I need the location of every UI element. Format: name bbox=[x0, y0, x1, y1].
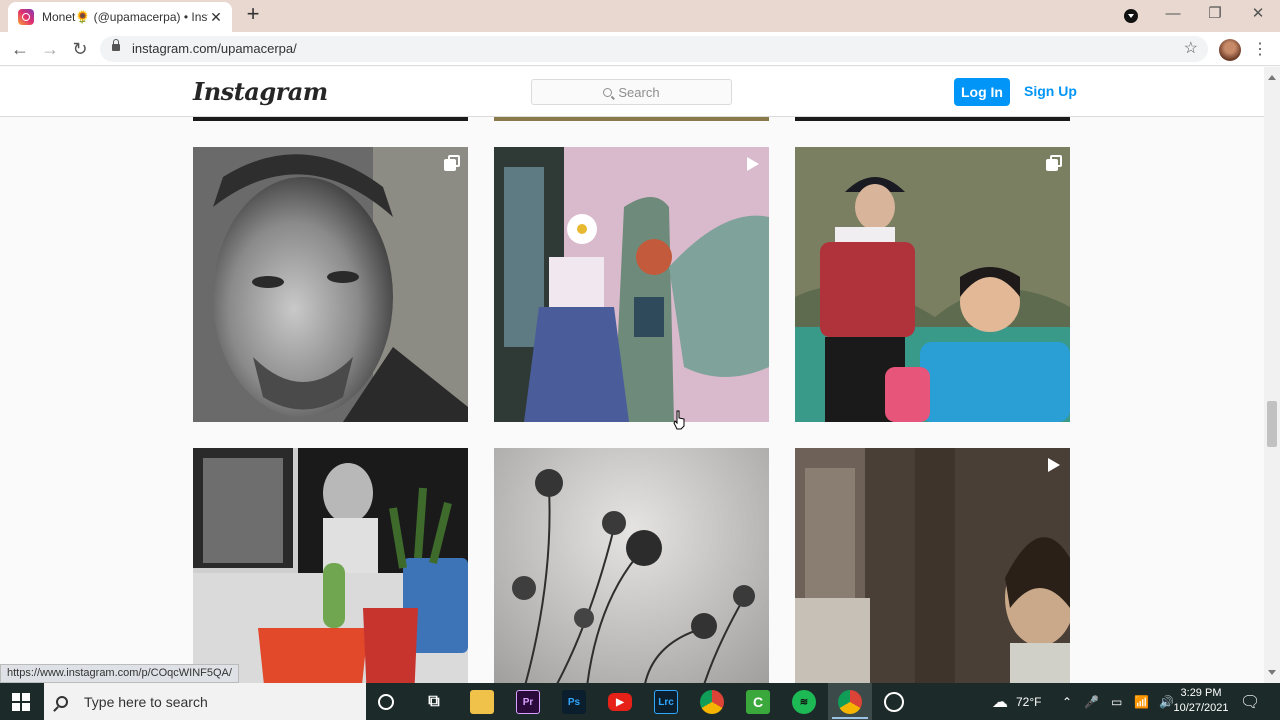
lightroom-classic-icon[interactable]: Lrc bbox=[654, 690, 678, 714]
post-thumbnail[interactable] bbox=[795, 448, 1070, 683]
scroll-up-icon[interactable] bbox=[1268, 75, 1276, 80]
search-icon bbox=[56, 695, 68, 708]
bookmark-star-icon[interactable]: ☆ bbox=[1184, 38, 1198, 58]
windows-taskbar: Type here to search ⧉ Pr Ps ▶ Lrc C ≋ ☁ … bbox=[0, 683, 1280, 720]
previous-post-edge[interactable] bbox=[494, 117, 769, 121]
premiere-pro-icon[interactable]: Pr bbox=[516, 690, 540, 714]
life-jackets-image bbox=[795, 147, 1070, 422]
restore-button[interactable]: ❐ bbox=[1200, 3, 1230, 25]
browser-tabstrip: Monet🌻 (@upamacerpa) • Insta ✕ + — ❐ ✕ bbox=[0, 0, 1280, 32]
chrome-menu-icon[interactable]: ⋮ bbox=[1252, 38, 1268, 62]
media-control-icon[interactable] bbox=[1124, 9, 1138, 23]
new-tab-button[interactable]: + bbox=[242, 3, 264, 26]
mural-woman-image bbox=[494, 147, 769, 422]
film-still-girl-image bbox=[795, 448, 1070, 683]
reload-icon[interactable]: ↻ bbox=[68, 37, 92, 61]
link-status-bar: https://www.instagram.com/p/COqcWINF5QA/ bbox=[0, 664, 239, 683]
system-tray[interactable]: ⌃ 🎤 ▭ 📶 🔊 bbox=[1062, 683, 1174, 720]
video-icon bbox=[743, 155, 761, 173]
close-window-button[interactable]: ✕ bbox=[1243, 3, 1273, 25]
browser-tab-instagram[interactable]: Monet🌻 (@upamacerpa) • Insta ✕ bbox=[8, 2, 232, 32]
browser-toolbar: ← → ↻ instagram.com/upamacerpa/ ☆ bbox=[0, 32, 1280, 66]
system-clock[interactable]: 3:29 PM 10/27/2021 bbox=[1170, 686, 1232, 716]
previous-post-edge[interactable] bbox=[795, 117, 1070, 121]
post-thumbnail[interactable] bbox=[494, 448, 769, 683]
windows-start-icon[interactable] bbox=[12, 693, 30, 711]
taskbar-search-input[interactable]: Type here to search bbox=[44, 683, 366, 720]
active-indicator bbox=[832, 717, 868, 719]
search-input[interactable]: Search bbox=[531, 79, 732, 105]
wifi-icon[interactable]: 📶 bbox=[1134, 695, 1149, 709]
close-tab-icon[interactable]: ✕ bbox=[208, 9, 224, 25]
log-in-button[interactable]: Log In bbox=[954, 78, 1010, 106]
scroll-thumb[interactable] bbox=[1267, 401, 1277, 447]
previous-post-edge[interactable] bbox=[193, 117, 468, 121]
cortana-icon[interactable] bbox=[378, 694, 394, 710]
taskbar-search-placeholder: Type here to search bbox=[84, 693, 208, 710]
lock-icon bbox=[112, 39, 120, 51]
photoshop-icon[interactable]: Ps bbox=[562, 690, 586, 714]
weather-temp: 72°F bbox=[1016, 694, 1042, 709]
chrome-active-icon[interactable] bbox=[838, 690, 862, 714]
spotify-icon[interactable]: ≋ bbox=[792, 690, 816, 714]
video-icon bbox=[1044, 456, 1062, 474]
battery-icon[interactable]: ▭ bbox=[1111, 695, 1122, 709]
camtasia-icon[interactable]: C bbox=[746, 690, 770, 714]
chrome-icon[interactable] bbox=[700, 690, 724, 714]
post-thumbnail[interactable] bbox=[193, 147, 468, 422]
cosmos-flowers-image bbox=[494, 448, 769, 683]
portrait-man-image bbox=[193, 147, 468, 422]
obs-icon[interactable] bbox=[884, 692, 904, 712]
post-thumbnail[interactable] bbox=[494, 147, 769, 422]
post-thumbnail[interactable] bbox=[193, 448, 468, 683]
task-view-icon[interactable]: ⧉ bbox=[422, 690, 446, 714]
chrome-profile-avatar[interactable] bbox=[1219, 39, 1241, 61]
tab-title: Monet🌻 (@upamacerpa) • Insta bbox=[42, 10, 208, 24]
scroll-down-icon[interactable] bbox=[1268, 670, 1276, 675]
vertical-scrollbar[interactable] bbox=[1264, 67, 1280, 683]
multiple-photos-icon bbox=[1044, 155, 1062, 173]
back-arrow-icon[interactable]: ← bbox=[8, 37, 32, 61]
clock-date: 10/27/2021 bbox=[1173, 702, 1229, 714]
cloud-icon: ☁ bbox=[992, 693, 1008, 711]
forward-arrow-icon[interactable]: → bbox=[38, 37, 62, 61]
instagram-header: Instagram Search Log In Sign Up bbox=[0, 67, 1264, 117]
address-url: instagram.com/upamacerpa/ bbox=[132, 41, 297, 56]
address-bar[interactable]: instagram.com/upamacerpa/ ☆ bbox=[100, 36, 1208, 62]
minimize-button[interactable]: — bbox=[1158, 3, 1188, 25]
instagram-favicon-icon bbox=[18, 9, 34, 25]
microphone-icon[interactable]: 🎤 bbox=[1084, 695, 1099, 709]
youtube-icon[interactable]: ▶ bbox=[608, 693, 632, 711]
post-thumbnail[interactable] bbox=[795, 147, 1070, 422]
multiple-photos-icon bbox=[442, 155, 460, 173]
notifications-icon[interactable]: 🗨 bbox=[1240, 683, 1260, 720]
instagram-logo[interactable]: Instagram bbox=[193, 77, 328, 106]
search-icon bbox=[603, 87, 613, 97]
chevron-up-icon[interactable]: ⌃ bbox=[1062, 695, 1072, 709]
hand-cursor-icon bbox=[673, 410, 685, 430]
cactus-pots-image bbox=[193, 448, 468, 683]
clock-time: 3:29 PM bbox=[1180, 687, 1222, 699]
sign-up-link[interactable]: Sign Up bbox=[1024, 83, 1077, 99]
page-viewport: Instagram Search Log In Sign Up https://… bbox=[0, 67, 1280, 683]
weather-widget[interactable]: ☁ 72°F bbox=[992, 683, 1041, 720]
search-placeholder: Search bbox=[618, 84, 660, 100]
file-explorer-icon[interactable] bbox=[470, 690, 494, 714]
